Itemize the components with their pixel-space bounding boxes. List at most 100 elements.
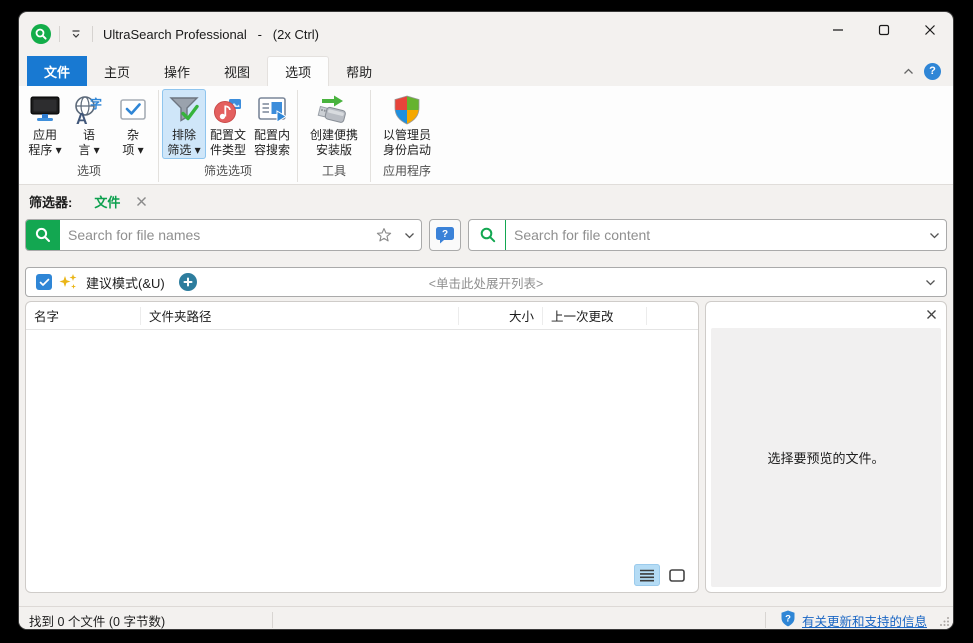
help-icon[interactable]: ? xyxy=(924,63,941,80)
column-header-last-changed[interactable]: 上一次更改 xyxy=(543,307,647,325)
tab-home[interactable]: 主页 xyxy=(87,56,147,86)
tab-actions[interactable]: 操作 xyxy=(147,56,207,86)
media-file-types-icon xyxy=(212,92,244,128)
filter-close-icon[interactable] xyxy=(134,194,149,209)
column-header-size[interactable]: 大小 xyxy=(459,307,543,325)
preview-close-icon[interactable] xyxy=(924,307,939,322)
button-label: 身份启动 xyxy=(383,143,431,158)
search-row: ? xyxy=(25,219,947,251)
search-syntax-help-button[interactable]: ? xyxy=(429,219,461,251)
maximize-button[interactable] xyxy=(861,12,907,48)
app-logo-icon xyxy=(31,24,51,44)
search-icon[interactable] xyxy=(26,220,60,250)
suggestion-mode-row[interactable]: 建议模式(&U) <单击此处展开列表> xyxy=(25,267,947,297)
applications-button[interactable]: 应用 程序 ▾ xyxy=(23,89,67,159)
resize-grip[interactable] xyxy=(939,616,950,629)
file-content-search-input[interactable] xyxy=(506,227,923,243)
main-area: 名字 文件夹路径 大小 上一次更改 选择要预览的文件。 xyxy=(25,301,947,593)
sparkles-icon xyxy=(52,273,80,291)
exclude-filter-button[interactable]: 排除 筛选 ▾ xyxy=(162,89,206,159)
close-button[interactable] xyxy=(907,12,953,48)
language-button[interactable]: 字A 语 言 ▾ xyxy=(67,89,111,159)
run-as-admin-button[interactable]: 以管理员 身份启动 xyxy=(374,89,440,159)
button-label: 安装版 xyxy=(316,143,352,158)
status-result-count: 找到 0 个文件 (0 字节数) xyxy=(19,611,272,630)
svg-text:A: A xyxy=(76,111,88,126)
group-label-tools: 工具 xyxy=(301,159,367,184)
tab-options[interactable]: 选项 xyxy=(267,56,329,86)
button-label: 项 ▾ xyxy=(122,143,143,158)
column-header-spacer xyxy=(647,307,698,325)
status-bar: 找到 0 个文件 (0 字节数) ? 有关更新和支持的信息 xyxy=(19,606,953,629)
titlebar-divider xyxy=(92,26,93,42)
update-help-icon: ? xyxy=(780,610,796,629)
tab-file[interactable]: 文件 xyxy=(27,56,87,86)
button-label: 程序 ▾ xyxy=(28,143,61,158)
content-search-button[interactable]: 配置内 容搜索 xyxy=(250,89,294,159)
filter-bar: 筛选器: 文件 xyxy=(19,187,953,215)
filter-funnel-icon xyxy=(168,92,200,128)
ribbon-group-options: 应用 程序 ▾ 字A 语 言 ▾ 杂 项 ▾ xyxy=(23,86,155,184)
file-content-search-box xyxy=(468,219,947,251)
usb-stick-icon xyxy=(316,92,352,128)
svg-text:?: ? xyxy=(785,614,791,625)
button-label: 创建便携 xyxy=(310,128,358,143)
table-header-row: 名字 文件夹路径 大小 上一次更改 xyxy=(26,302,698,330)
button-label: 排除 xyxy=(172,128,196,143)
favorite-star-icon[interactable] xyxy=(370,227,398,243)
chevron-down-icon[interactable] xyxy=(398,232,421,239)
monitor-icon xyxy=(29,92,61,128)
thumbnail-view-icon[interactable] xyxy=(664,564,690,586)
misc-button[interactable]: 杂 项 ▾ xyxy=(111,89,155,159)
button-label: 语 xyxy=(83,128,95,143)
column-header-folder-path[interactable]: 文件夹路径 xyxy=(141,307,459,325)
app-window: UltraSearch Professional - (2x Ctrl) 文件 … xyxy=(19,12,953,629)
button-label: 容搜索 xyxy=(254,143,290,158)
preview-content: 选择要预览的文件。 xyxy=(711,328,941,587)
file-name-search-box xyxy=(25,219,422,251)
file-types-button[interactable]: 配置文 件类型 xyxy=(206,89,250,159)
title-bar: UltraSearch Professional - (2x Ctrl) xyxy=(19,12,953,56)
uac-shield-icon xyxy=(391,92,423,128)
update-support-link[interactable]: 有关更新和支持的信息 xyxy=(802,611,927,630)
file-list-panel: 名字 文件夹路径 大小 上一次更改 xyxy=(25,301,699,593)
file-list-body[interactable] xyxy=(26,330,698,592)
chevron-down-icon[interactable] xyxy=(923,232,946,239)
button-label: 配置内 xyxy=(254,128,290,143)
window-controls xyxy=(815,12,953,56)
suggestion-mode-checkbox[interactable] xyxy=(36,274,52,290)
create-portable-button[interactable]: 创建便携 安装版 xyxy=(301,89,367,159)
group-label-filter-options: 筛选选项 xyxy=(162,159,294,184)
minimize-button[interactable] xyxy=(815,12,861,48)
button-label: 杂 xyxy=(127,128,139,143)
ribbon-group-filter-options: 排除 筛选 ▾ 配置文 件类型 配置内 容搜索 xyxy=(162,86,294,184)
column-header-name[interactable]: 名字 xyxy=(26,307,141,325)
details-view-icon[interactable] xyxy=(634,564,660,586)
button-label: 配置文 xyxy=(210,128,246,143)
filter-tab-file[interactable]: 文件 xyxy=(94,192,120,211)
tab-help[interactable]: 帮助 xyxy=(329,56,389,86)
svg-text:?: ? xyxy=(442,229,448,240)
button-label: 筛选 ▾ xyxy=(167,143,200,158)
ribbon-tab-row: 文件 主页 操作 视图 选项 帮助 ? xyxy=(19,56,953,86)
ribbon-group-divider xyxy=(370,90,371,182)
titlebar-divider xyxy=(59,26,60,42)
preview-panel: 选择要预览的文件。 xyxy=(705,301,947,593)
ribbon-group-application: 以管理员 身份启动 应用程序 xyxy=(374,86,440,184)
quick-access-dropdown-icon[interactable] xyxy=(68,27,84,42)
tab-view[interactable]: 视图 xyxy=(207,56,267,86)
search-icon xyxy=(469,226,505,244)
suggestion-mode-label: 建议模式(&U) xyxy=(86,273,165,292)
file-name-search-input[interactable] xyxy=(60,227,370,243)
button-label: 应用 xyxy=(33,128,57,143)
filter-label: 筛选器: xyxy=(29,192,72,211)
view-toggles xyxy=(634,564,690,586)
window-title: UltraSearch Professional - (2x Ctrl) xyxy=(103,27,319,42)
chevron-down-icon[interactable] xyxy=(925,279,936,286)
button-label: 言 ▾ xyxy=(78,143,99,158)
ribbon-group-divider xyxy=(297,90,298,182)
collapse-ribbon-icon[interactable] xyxy=(903,62,914,80)
ribbon-group-divider xyxy=(158,90,159,182)
add-filter-icon[interactable] xyxy=(179,273,197,291)
ribbon: 应用 程序 ▾ 字A 语 言 ▾ 杂 项 ▾ xyxy=(19,86,953,185)
